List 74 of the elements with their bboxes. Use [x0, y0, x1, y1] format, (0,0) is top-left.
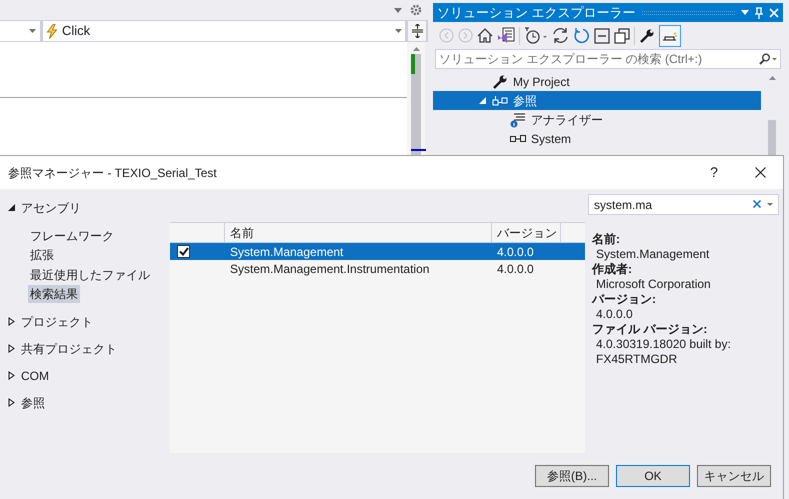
- column-header[interactable]: バージョン: [492, 223, 561, 242]
- sync-icon[interactable]: [552, 27, 569, 44]
- detail-value: Microsoft Corporation: [595, 277, 712, 292]
- wrench-icon[interactable]: [639, 28, 655, 44]
- split-view-button[interactable]: [408, 21, 426, 41]
- nav-item[interactable]: COM: [8, 362, 170, 389]
- dialog-title: 参照マネージャー - TEXIO_Serial_Test: [8, 164, 218, 182]
- nav-item[interactable]: 共有プロジェクト: [8, 335, 170, 362]
- dialog-button[interactable]: 参照(B)...: [535, 465, 609, 487]
- nav-subitem[interactable]: 検索結果: [28, 285, 80, 304]
- nav-subitem[interactable]: 最近使用したファイル: [28, 266, 152, 284]
- dialog-button[interactable]: OK: [616, 465, 690, 487]
- table-row[interactable]: System.Management.Instrumentation 4.0.0.0: [170, 260, 585, 277]
- dropdown-caret-icon[interactable]: [395, 29, 402, 33]
- expander-icon[interactable]: [8, 204, 15, 211]
- dialog-button[interactable]: キャンセル: [697, 465, 771, 487]
- table-cell-text: System.Management: [229, 244, 344, 260]
- search-field[interactable]: ソリューション エクスプローラー の検索 (Ctrl+:): [435, 49, 781, 69]
- expander-icon[interactable]: [8, 398, 15, 407]
- editor-scrollbar[interactable]: [407, 42, 425, 155]
- expander-icon[interactable]: [8, 344, 15, 353]
- tree-item[interactable]: アナライザー: [433, 110, 761, 129]
- pin-icon[interactable]: [755, 6, 763, 18]
- dropdown-caret-icon[interactable]: [29, 29, 36, 33]
- table-cell-text: 4.0.0.0: [496, 260, 535, 278]
- dropdown-caret-icon[interactable]: [741, 10, 749, 15]
- lightning-icon: [46, 24, 58, 38]
- close-icon[interactable]: [754, 167, 766, 178]
- nav-item[interactable]: プロジェクト: [8, 308, 170, 335]
- search-field[interactable]: system.ma: [588, 194, 779, 215]
- detail-value: 4.0.30319.18020 built by: FX45RTMGDR: [595, 337, 732, 367]
- references-icon: [492, 94, 508, 106]
- expander-icon[interactable]: [8, 317, 15, 326]
- scroll-up-icon[interactable]: [768, 76, 776, 80]
- nav-item[interactable]: 参照: [8, 389, 170, 416]
- checkbox[interactable]: [177, 245, 190, 258]
- tree-item[interactable]: My Project: [433, 72, 761, 91]
- clear-icon[interactable]: [753, 200, 761, 208]
- table-cell-text: 4.0.0.0: [496, 244, 535, 260]
- event-combo[interactable]: Click: [43, 21, 405, 41]
- expander-icon[interactable]: [8, 371, 15, 380]
- reference-icon: [510, 134, 526, 142]
- collapse-all-icon[interactable]: [594, 28, 610, 44]
- history-icon[interactable]: [524, 27, 548, 44]
- analyzer-icon: [510, 112, 526, 128]
- table-row[interactable]: System.Management 4.0.0.0: [170, 243, 585, 260]
- tree-item[interactable]: System: [433, 129, 761, 148]
- nav-item[interactable]: アセンブリ: [8, 194, 170, 221]
- dropdown-caret-icon[interactable]: [394, 8, 402, 12]
- search-icon[interactable]: [759, 53, 777, 65]
- help-button[interactable]: ?: [691, 156, 737, 189]
- table-cell-text: System.Management.Instrumentation: [229, 260, 430, 278]
- document-icon[interactable]: [497, 27, 515, 44]
- column-header[interactable]: 名前: [225, 223, 492, 242]
- settings-icon[interactable]: [410, 4, 422, 16]
- preview-icon[interactable]: [662, 30, 678, 40]
- detail-value: System.Management: [595, 247, 710, 262]
- detail-label: ファイル バージョン:: [592, 322, 708, 337]
- dropdown-caret-icon[interactable]: [767, 202, 773, 206]
- home-icon[interactable]: [477, 28, 493, 43]
- nav-subitem[interactable]: フレームワーク: [28, 226, 116, 245]
- split-icon[interactable]: [412, 24, 422, 38]
- detail-label: 名前:: [592, 232, 621, 247]
- refresh-icon[interactable]: [573, 27, 590, 44]
- tree-item[interactable]: 参照: [433, 91, 761, 110]
- copy-icon[interactable]: [614, 28, 630, 44]
- scroll-up-icon[interactable]: [412, 47, 420, 51]
- preview-button[interactable]: [659, 24, 681, 46]
- wrench-icon: [492, 74, 508, 90]
- panel-title: ソリューション エクスプローラー: [437, 4, 636, 22]
- detail-label: 作成者:: [592, 262, 633, 277]
- detail-value: 4.0.0.0: [595, 307, 634, 322]
- detail-label: バージョン:: [592, 292, 657, 307]
- nav-subitem[interactable]: 拡張: [28, 246, 56, 264]
